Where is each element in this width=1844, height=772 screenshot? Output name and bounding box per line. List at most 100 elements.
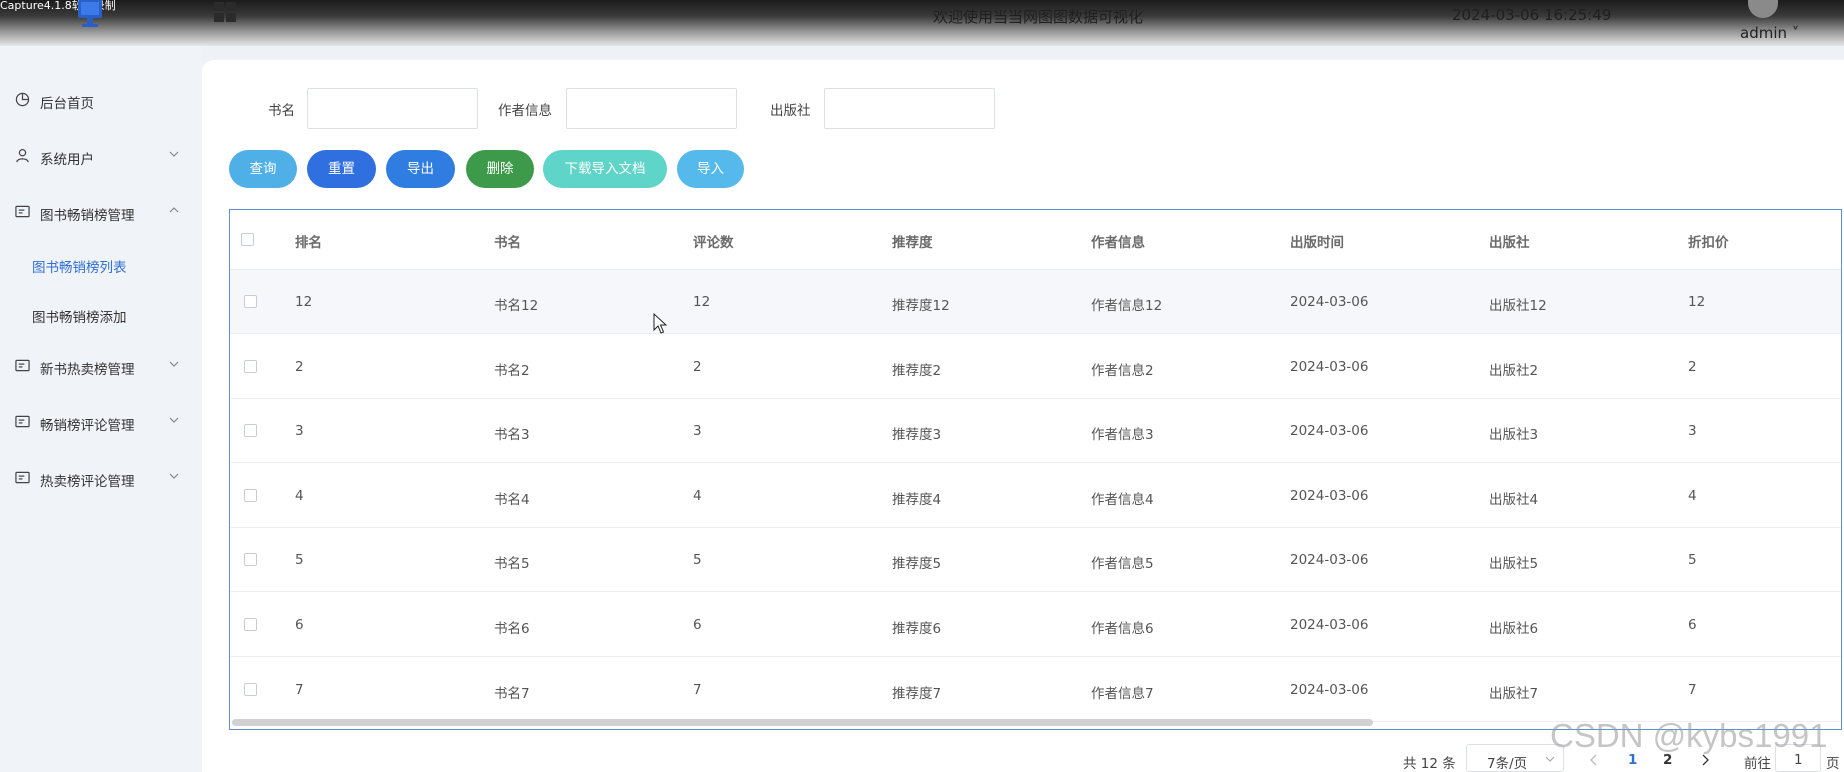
page-suffix-label: 页 <box>1826 756 1840 772</box>
import-button[interactable]: 导入 <box>677 150 744 188</box>
table-cell: 5 <box>693 552 702 569</box>
table-cell: 出版社12 <box>1489 298 1547 314</box>
table-cell: 书名7 <box>494 685 530 702</box>
table-cell: 2024-03-06 <box>1290 294 1369 310</box>
table-cell: 12 <box>693 294 711 310</box>
delete-button[interactable]: 删除 <box>466 150 534 188</box>
goto-label: 前往 <box>1744 756 1771 772</box>
table-cell: 作者信息4 <box>1091 491 1154 508</box>
table-cell: 作者信息3 <box>1091 427 1154 444</box>
table-header: 排名 书名 评论数 推荐度 作者信息 出版时间 出版社 折扣价 <box>230 210 1841 270</box>
chevron-down-icon <box>169 417 179 423</box>
apps-grid-icon[interactable] <box>214 2 238 24</box>
column-header: 推荐度 <box>892 235 933 251</box>
query-button[interactable]: 查询 <box>229 150 297 188</box>
sidebar-item-bestseller-comments[interactable]: 畅销榜评论管理 <box>0 402 202 442</box>
table-cell: 出版社6 <box>1489 621 1539 637</box>
author-info-input[interactable] <box>566 88 737 129</box>
sidebar-item-label: 热卖榜评论管理 <box>40 474 135 490</box>
table-cell: 2024-03-06 <box>1290 552 1369 569</box>
table-cell: 7 <box>1688 681 1697 698</box>
sidebar-item-home[interactable]: 后台首页 <box>0 80 202 120</box>
next-page-icon[interactable] <box>1700 754 1710 766</box>
sidebar-item-system-users[interactable]: 系统用户 <box>0 136 202 176</box>
user-menu[interactable]: admin ˅ <box>1740 24 1799 42</box>
sidebar-item-label: 新书热卖榜管理 <box>40 362 135 378</box>
table-row[interactable]: 5 书名5 5 推荐度5 作者信息5 2024-03-06 出版社5 5 <box>230 528 1841 593</box>
table-cell: 3 <box>1688 423 1697 440</box>
table-cell: 推荐度7 <box>892 685 942 702</box>
card-icon <box>15 415 30 428</box>
chevron-up-icon <box>169 207 179 213</box>
select-all-checkbox[interactable] <box>241 233 254 246</box>
mouse-cursor-icon <box>653 313 667 334</box>
table-cell: 4 <box>295 487 304 504</box>
sidebar-item-label: 图书畅销榜管理 <box>40 208 135 224</box>
sidebar-subitem-bestseller-add[interactable]: 图书畅销榜添加 <box>0 294 202 334</box>
pie-chart-icon <box>15 92 30 107</box>
prev-page-icon[interactable] <box>1589 754 1599 766</box>
row-checkbox[interactable] <box>244 424 257 438</box>
publisher-input[interactable] <box>824 88 995 129</box>
table-row[interactable]: 3 书名3 3 推荐度3 作者信息3 2024-03-06 出版社3 3 <box>230 399 1841 464</box>
book-name-label: 书名 <box>268 103 295 119</box>
table-cell: 书名4 <box>494 491 530 508</box>
download-import-doc-button[interactable]: 下载导入文档 <box>543 150 667 188</box>
data-table: 排名 书名 评论数 推荐度 作者信息 出版时间 出版社 折扣价 12 书名12 12 推荐度12 作者… <box>229 209 1842 730</box>
author-info-label: 作者信息 <box>498 103 552 119</box>
sidebar-subitem-bestseller-list[interactable]: 图书畅销榜列表 <box>0 244 202 284</box>
export-button[interactable]: 导出 <box>386 150 455 188</box>
table-cell: 推荐度5 <box>892 556 942 573</box>
book-name-input[interactable] <box>307 88 478 129</box>
sidebar-item-label: 后台首页 <box>40 96 94 112</box>
table-cell: 出版社7 <box>1489 685 1539 702</box>
table-cell: 7 <box>693 681 702 698</box>
row-checkbox[interactable] <box>244 295 257 308</box>
table-row[interactable]: 6 书名6 6 推荐度6 作者信息6 2024-03-06 出版社6 6 <box>230 593 1841 657</box>
row-checkbox[interactable] <box>244 359 257 373</box>
table-cell: 2024-03-06 <box>1290 617 1369 633</box>
total-count: 共 12 条 <box>1403 756 1456 772</box>
sidebar-item-label: 系统用户 <box>40 152 94 168</box>
table-cell: 2024-03-06 <box>1290 358 1369 375</box>
table-cell: 出版社3 <box>1489 427 1539 444</box>
table-cell: 书名3 <box>494 427 530 444</box>
card-icon <box>15 359 30 372</box>
row-checkbox[interactable] <box>244 553 257 567</box>
reset-button[interactable]: 重置 <box>307 150 376 188</box>
monitor-logo-icon <box>76 0 104 30</box>
table-cell: 2024-03-06 <box>1290 681 1369 698</box>
table-row[interactable]: 2 书名2 2 推荐度2 作者信息2 2024-03-06 出版社2 2 <box>230 335 1841 399</box>
table-cell: 作者信息2 <box>1091 362 1154 379</box>
sidebar: 后台首页 系统用户 图书畅销榜管理 图书畅销榜列表 图书畅销榜添加 新书热卖榜管… <box>0 46 202 772</box>
table-row[interactable]: 12 书名12 12 推荐度12 作者信息12 2024-03-06 出版社12 12 <box>230 270 1841 334</box>
avatar[interactable] <box>1748 0 1778 18</box>
table-cell: 推荐度4 <box>892 491 942 508</box>
site-title: 欢迎使用当当网图图数据可视化 <box>933 8 1144 26</box>
column-header: 排名 <box>295 235 322 251</box>
table-cell: 4 <box>693 487 702 504</box>
user-icon <box>16 148 29 163</box>
table-cell: 5 <box>295 552 304 569</box>
table-cell: 2024-03-06 <box>1290 487 1369 504</box>
table-row[interactable]: 4 书名4 4 推荐度4 作者信息4 2024-03-06 出版社4 4 <box>230 464 1841 528</box>
sidebar-item-hot-comments[interactable]: 热卖榜评论管理 <box>0 458 202 498</box>
sidebar-item-new-hot-mgmt[interactable]: 新书热卖榜管理 <box>0 346 202 386</box>
card-icon <box>15 471 30 484</box>
table-cell: 书名2 <box>494 362 530 379</box>
table-cell: 推荐度12 <box>892 298 950 314</box>
row-checkbox[interactable] <box>244 488 257 502</box>
table-cell: 推荐度6 <box>892 621 942 637</box>
page-size-value: 7条/页 <box>1487 756 1528 772</box>
horizontal-scrollbar[interactable] <box>232 719 1373 726</box>
watermark-text: CSDN @kybs1991 <box>1550 717 1828 754</box>
sidebar-subitem-label: 图书畅销榜添加 <box>32 310 127 326</box>
table-cell: 出版社5 <box>1489 556 1539 573</box>
table-cell: 2 <box>295 358 304 375</box>
table-cell: 4 <box>1688 487 1697 504</box>
row-checkbox[interactable] <box>244 618 257 631</box>
row-checkbox[interactable] <box>244 682 257 696</box>
table-cell: 作者信息12 <box>1091 298 1163 314</box>
table-row[interactable]: 7 书名7 7 推荐度7 作者信息7 2024-03-06 出版社7 7 <box>230 658 1841 722</box>
sidebar-item-bestseller-mgmt[interactable]: 图书畅销榜管理 <box>0 192 202 232</box>
